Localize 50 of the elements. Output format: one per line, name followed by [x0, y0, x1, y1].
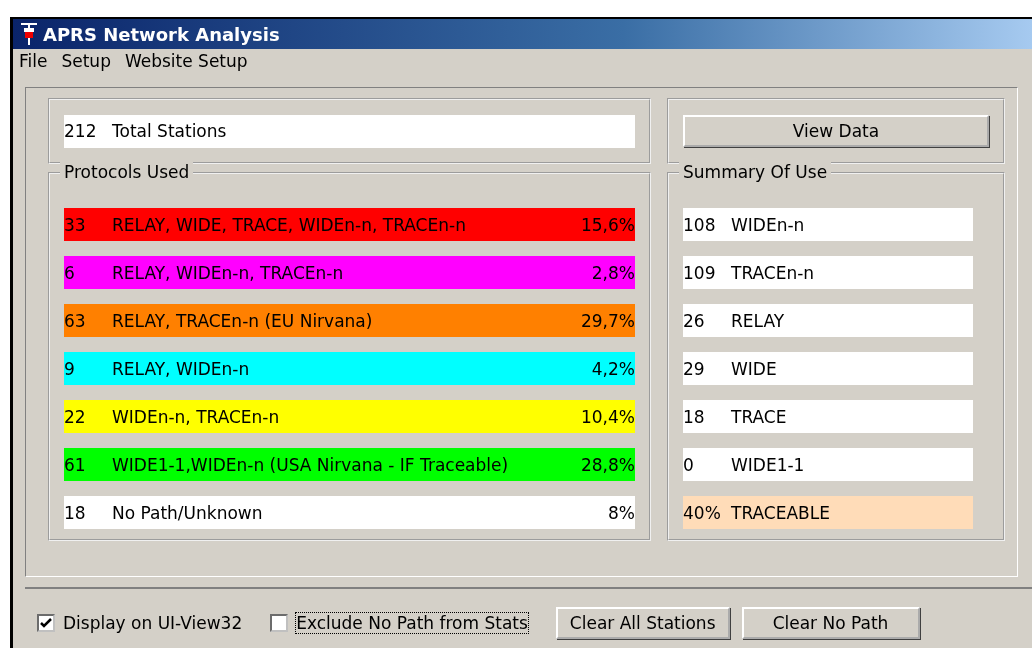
percent-value: 29,7%: [581, 310, 635, 331]
protocol-label: RELAY, WIDEn-n, TRACEn-n: [112, 262, 345, 283]
summary-count: 18: [683, 406, 706, 427]
station-count: 9: [64, 358, 76, 379]
view-data-button[interactable]: View Data: [683, 115, 989, 147]
menu-item[interactable]: Website Setup: [118, 51, 254, 71]
percent-value: 2,8%: [591, 262, 635, 283]
menu-item[interactable]: Setup: [55, 51, 117, 71]
summary-count: 109: [683, 262, 717, 283]
protocol-label: RELAY, WIDEn-n: [112, 358, 251, 379]
checkbox[interactable]: [37, 614, 55, 632]
protocol-label: No Path/Unknown: [112, 502, 264, 523]
summary-label: TRACE: [731, 406, 787, 427]
station-count: 6: [64, 262, 76, 283]
menu-item[interactable]: File: [13, 51, 54, 71]
total-label: Total Stations: [112, 121, 227, 141]
summary-count: 108: [683, 214, 717, 235]
action-button[interactable]: Clear All Stations: [555, 607, 730, 639]
action-button[interactable]: Clear No Path: [741, 607, 920, 639]
percent-value: 8%: [608, 502, 635, 523]
summary-label: TRACEn-n: [731, 262, 815, 283]
station-count: 22: [64, 406, 87, 427]
checkbox[interactable]: [270, 614, 289, 632]
summary-label: RELAY: [731, 310, 785, 331]
summary-count: 40%: [683, 502, 722, 523]
checkbox-label[interactable]: Exclude No Path from Stats: [296, 613, 528, 633]
total-count: 212: [64, 121, 98, 141]
summary-label: WIDEn-n: [731, 214, 805, 235]
summary-label: WIDE: [731, 358, 777, 379]
protocol-label: RELAY, WIDE, TRACE, WIDEn-n, TRACEn-n: [112, 214, 467, 235]
window-title: APRS Network Analysis: [43, 23, 280, 45]
antenna-icon: [21, 22, 37, 46]
percent-value: 15,6%: [581, 214, 635, 235]
percent-value: 10,4%: [581, 406, 635, 427]
checkbox-label[interactable]: Display on UI-View32: [63, 613, 243, 633]
group-title: Summary Of Use: [679, 162, 832, 182]
percent-value: 28,8%: [581, 454, 635, 475]
summary-count: 26: [683, 310, 706, 331]
station-count: 33: [64, 214, 87, 235]
percent-value: 4,2%: [591, 358, 635, 379]
protocol-label: RELAY, TRACEn-n (EU Nirvana): [112, 310, 374, 331]
summary-label: TRACEABLE: [731, 502, 830, 523]
station-count: 61: [64, 454, 87, 475]
station-count: 63: [64, 310, 87, 331]
summary-count: 0: [683, 454, 695, 475]
protocol-label: WIDEn-n, TRACEn-n: [112, 406, 281, 427]
station-count: 18: [64, 502, 87, 523]
summary-label: WIDE1-1: [731, 454, 805, 475]
protocol-label: WIDE1-1,WIDEn-n (USA Nirvana - IF Traceable): [112, 454, 510, 475]
summary-count: 29: [683, 358, 706, 379]
